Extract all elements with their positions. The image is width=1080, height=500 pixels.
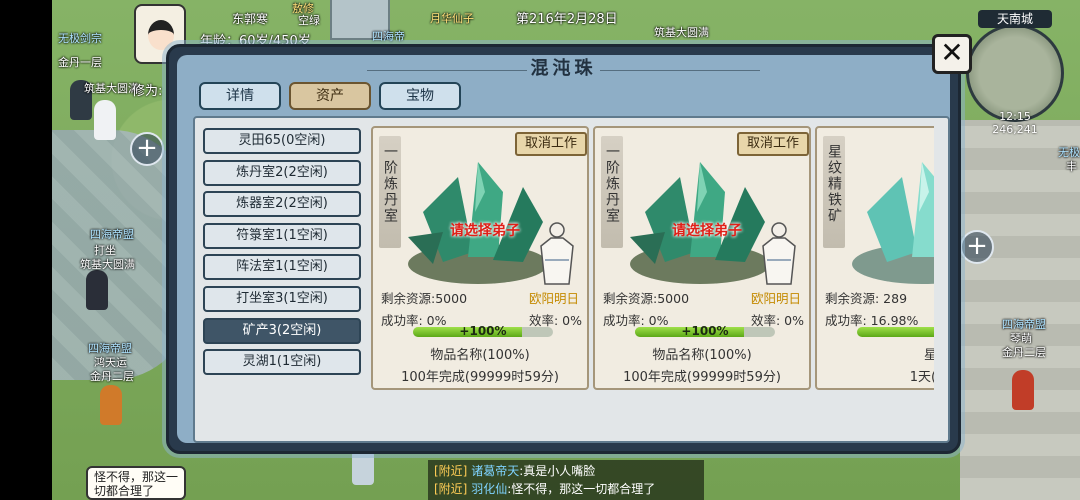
remaining-resources: 剩余资源:5000 <box>603 291 690 306</box>
chat-message: 真是小人嘴脸 <box>523 464 596 478</box>
crystal-icon <box>852 162 934 284</box>
item-name: 星纹 <box>923 348 934 363</box>
minimap-clock: 12:15 <box>999 110 1031 123</box>
room-item-kuangchan[interactable]: 矿产3(2空闲) <box>203 317 361 344</box>
owner-name[interactable]: 欧阳明日 <box>529 288 579 307</box>
room-item-lingtian[interactable]: 灵田65(0空闲) <box>203 128 361 154</box>
card-name: 星纹精铁矿 <box>823 136 845 248</box>
completion-time: 1天(0 <box>909 370 934 385</box>
assets-panel: 灵田65(0空闲) 炼丹室2(2空闲) 炼器室2(2空闲) 符箓室1(1空闲) … <box>193 116 950 443</box>
world-label: 筑基大圆满 <box>654 26 709 39</box>
room-item-fulu[interactable]: 符箓室1(1空闲) <box>203 222 361 249</box>
dialog-title: 混沌珠 <box>177 55 950 85</box>
chat-sender[interactable]: 羽化仙 <box>471 482 507 496</box>
close-dialog-button[interactable]: ✕ <box>932 34 972 74</box>
world-label: 四海帝 <box>372 30 405 43</box>
world-label: 金丹二层 <box>90 370 134 383</box>
chat-sender[interactable]: 诸葛帝天 <box>471 464 519 478</box>
remaining-resources: 剩余资源:5000 <box>381 291 468 306</box>
owner-name[interactable]: 欧阳明日 <box>751 288 801 307</box>
room-item-liandan[interactable]: 炼丹室2(2空闲) <box>203 159 361 186</box>
chat-channel: [附近] <box>434 464 468 478</box>
room-item-lianqi[interactable]: 炼器室2(2空闲) <box>203 191 361 218</box>
disciple-robe-icon <box>540 222 574 285</box>
chat-channel: [附近] <box>434 482 468 496</box>
minimap-time: 12:15 246,241 <box>960 110 1070 136</box>
success-rate: 成功率: 16.98% <box>825 313 919 328</box>
stat-remaining: 剩余资源:5000 欧阳明日 <box>603 288 801 307</box>
chat-box[interactable]: [附近] 诸葛帝天:真是小人嘴脸 [附近] 羽化仙:怪不得，那这一切都合理了 <box>428 460 704 500</box>
left-plus-button[interactable]: + <box>130 132 164 166</box>
dialog-tabs: 详情 资产 宝物 <box>199 82 461 110</box>
select-disciple[interactable]: 请选择弟子 <box>647 220 767 240</box>
item-name: 物品名称(100%) <box>430 348 530 363</box>
card-name: 一阶炼丹室 <box>601 136 623 248</box>
right-plus-button[interactable]: + <box>960 230 994 264</box>
npc-character[interactable] <box>86 270 108 310</box>
stat-remaining: 剩余资源: 289 <box>825 288 907 307</box>
game-date: 第216年2月28日 <box>516 12 618 27</box>
cultivation-label: 修为: <box>132 84 163 99</box>
stat-remaining: 剩余资源:5000 欧阳明日 <box>381 288 579 307</box>
room-item-linghu[interactable]: 灵湖1(1空闲) <box>203 349 361 376</box>
mine-card[interactable]: 一阶炼丹室 取消工作 请选择弟子 剩余资源:5000 欧阳明日 成功率: 0% … <box>371 126 589 390</box>
world-label: 筑基大圆满 <box>80 258 135 271</box>
speech-bubble: 怪不得，那这一切都合理了 <box>86 466 186 500</box>
screen-edge <box>0 0 52 500</box>
chat-line: [附近] 诸葛帝天:真是小人嘴脸 <box>434 464 596 478</box>
world-label: 筑基大圆满 <box>84 82 139 95</box>
minimap-city: 天南城 <box>978 10 1052 28</box>
remaining-resources: 剩余资源: 289 <box>825 291 908 306</box>
tab-details[interactable]: 详情 <box>199 82 281 110</box>
avatar-face <box>148 20 174 50</box>
world-label: 金丹一层 <box>58 56 102 69</box>
progress-bar <box>857 327 934 337</box>
room-item-dazuo[interactable]: 打坐室3(1空闲) <box>203 285 361 312</box>
item-name: 物品名称(100%) <box>652 348 752 363</box>
chat-line: [附近] 羽化仙:怪不得，那这一切都合理了 <box>434 482 656 496</box>
world-label: 金丹二层 <box>1002 346 1046 359</box>
card-name: 一阶炼丹室 <box>379 136 401 248</box>
completion-time: 100年完成(99999时59分) <box>401 370 559 385</box>
npc-character[interactable] <box>1012 370 1034 410</box>
stone-road <box>960 120 1080 500</box>
npc-character[interactable] <box>94 100 116 140</box>
completion-time: 100年完成(99999时59分) <box>623 370 781 385</box>
hunduan-dialog: 混沌珠 详情 资产 宝物 灵田65(0空闲) 炼丹室2(2空闲) 炼器室2(2空… <box>166 44 961 454</box>
progress-fill <box>857 327 934 337</box>
tab-assets[interactable]: 资产 <box>289 82 371 110</box>
world-label: 月华仙子 <box>430 12 474 25</box>
room-item-zhenfa[interactable]: 阵法室1(1空闲) <box>203 254 361 281</box>
mine-card[interactable]: 星纹精铁矿 剩余资源: 289 成功率: 16.98% 星 1天 <box>815 126 934 390</box>
dialog-body: 混沌珠 详情 资产 宝物 灵田65(0空闲) 炼丹室2(2空闲) 炼器室2(2空… <box>177 55 950 443</box>
world-label: 丰 <box>1066 160 1077 173</box>
minimap-view[interactable] <box>966 24 1064 122</box>
progress-label: +100% <box>459 324 507 338</box>
minimap-coords: 246,241 <box>992 123 1038 136</box>
npc-character[interactable] <box>100 385 122 425</box>
world-label: 空绿 <box>298 14 320 27</box>
world-label: 无极剑宗 <box>58 32 102 45</box>
disciple-robe-icon <box>762 222 796 285</box>
room-list: 灵田65(0空闲) 炼丹室2(2空闲) 炼器室2(2空闲) 符箓室1(1空闲) … <box>203 128 361 381</box>
minimap[interactable]: 天南城 12:15 246,241 <box>960 10 1070 136</box>
mine-card[interactable]: 一阶炼丹室 取消工作 请选择弟子 剩余资源:5000 欧阳明日 成功率: 0% … <box>593 126 811 390</box>
player-name: 东郭寒 <box>232 12 269 26</box>
select-disciple[interactable]: 请选择弟子 <box>425 220 545 240</box>
world-label: 四海帝盟 <box>90 228 134 241</box>
progress-label: +100% <box>681 324 729 338</box>
tab-treasures[interactable]: 宝物 <box>379 82 461 110</box>
mine-cards: 一阶炼丹室 取消工作 请选择弟子 剩余资源:5000 欧阳明日 成功率: 0% … <box>371 126 934 408</box>
chat-message: 怪不得，那这一切都合理了 <box>511 482 656 496</box>
